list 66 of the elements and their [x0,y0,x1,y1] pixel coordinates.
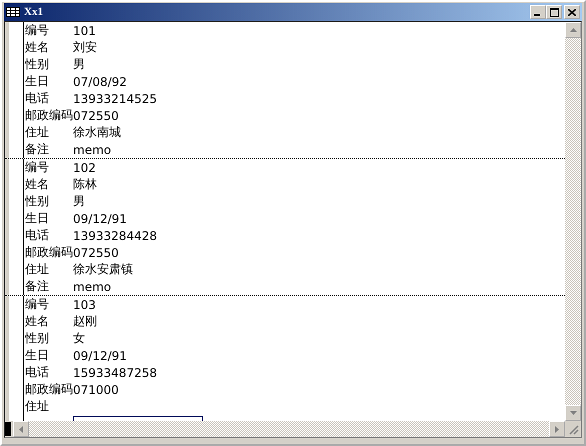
field-label: 备注 [25,278,50,295]
record-selector[interactable] [5,159,24,295]
field-value: 102 [73,160,96,174]
minimize-button[interactable] [530,5,546,19]
right-arrow-icon [555,426,559,432]
field-label: 编号 [25,159,50,176]
field-value: 101 [73,24,96,38]
field-label: 生日 [25,73,50,90]
field-label: 姓名 [25,39,50,56]
field-value: 徐水安肃镇 [73,261,133,278]
field-label: 性别 [25,193,50,210]
field-value: 15933487258 [73,366,157,380]
field-value: 男 [73,56,85,73]
close-button[interactable] [564,5,580,19]
scroll-left-button[interactable] [13,421,29,437]
field-value: 陈林 [73,176,97,193]
field-value: 072550 [73,246,119,260]
scroll-down-button[interactable] [565,405,581,421]
field-label: 邮政编码 [25,107,73,124]
field-label: 邮政编码 [25,244,73,261]
field-label: 电话 [25,364,50,381]
resize-grip-icon[interactable] [567,423,579,435]
field-value: 071000 [73,382,119,396]
field-label: 备注 [25,141,50,158]
record-selector[interactable] [5,22,24,158]
up-arrow-icon [570,28,576,32]
field-label: 生日 [25,347,50,364]
field-value: memo [73,142,112,156]
field-label: 电话 [25,90,50,107]
field-label: 住址 [25,261,50,278]
record-selector[interactable] [5,296,24,421]
close-icon [568,8,576,16]
field-value: 赵刚 [73,313,97,330]
field-label: 电话 [25,227,50,244]
maximize-button[interactable] [546,5,562,19]
field-value: 徐水南城 [73,124,121,141]
field-label: 编号 [25,22,50,39]
vertical-scrollbar[interactable] [565,22,581,421]
field-label: 姓名 [25,176,50,193]
field-label: 住址 [25,398,50,415]
field-label: 性别 [25,56,50,73]
table-icon [6,7,20,17]
field-label: 编号 [25,296,50,313]
field-label: 邮政编码 [25,381,73,398]
field-value: 072550 [73,108,119,122]
scroll-right-button[interactable] [549,421,565,437]
field-label: 姓名 [25,313,50,330]
field-label: 性别 [25,330,50,347]
field-label: 住址 [25,124,50,141]
left-arrow-icon [19,426,23,432]
horizontal-scrollbar[interactable] [13,421,565,437]
maximize-icon [550,8,558,16]
scroll-up-button[interactable] [565,22,581,38]
field-label: 生日 [25,210,50,227]
down-arrow-icon [570,411,576,415]
field-value: memo [73,280,112,294]
field-value: 07/08/92 [73,74,127,88]
window-title: Xx1 [24,6,44,18]
field-value: 09/12/91 [73,348,127,362]
field-value: 09/12/91 [73,212,127,226]
field-value: 13933214525 [73,92,157,106]
field-value: 13933284428 [73,228,157,242]
field-value: 女 [73,330,85,347]
field-value: 103 [73,298,96,312]
field-value: 刘安 [73,39,97,56]
field-value: 男 [73,193,85,210]
